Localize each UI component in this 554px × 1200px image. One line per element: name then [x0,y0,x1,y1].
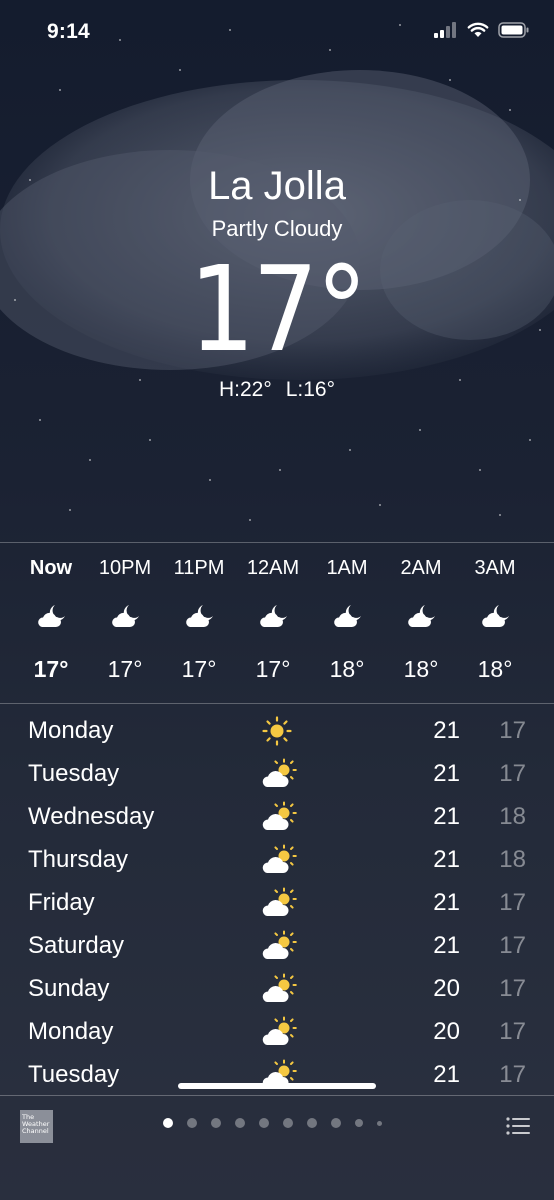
status-icons [434,22,530,38]
hour-temp: 17° [255,656,291,682]
status-bar: 9:14 [0,0,554,64]
cloud-sun-icon [262,887,297,916]
page-dot[interactable] [355,1119,363,1127]
cloud-sun-icon [262,801,297,830]
day-name: Tuesday [28,760,120,787]
page-dot[interactable] [377,1120,382,1126]
day-row: Thursday 21 18 [0,839,554,882]
day-low: 17 [499,717,526,744]
hour-label: Now [29,557,73,579]
low-temp: L:16° [285,378,336,401]
day-row: Friday 21 17 [0,882,554,925]
list-icon[interactable] [506,1116,530,1136]
day-name: Friday [28,889,95,916]
page-dot[interactable] [211,1118,221,1128]
cellular-signal-icon [434,22,456,38]
hour-label: 10PM [98,557,152,579]
hour-label: 11PM [173,557,225,579]
hour-label: 2AM [400,557,442,579]
day-name: Sunday [28,975,110,1002]
battery-icon [498,22,529,38]
cloud-sun-icon [262,844,297,873]
logo-text: The Weather Channel [22,1113,50,1135]
day-low: 18 [499,803,526,830]
hour-temp: 18° [403,656,439,682]
page-dot[interactable] [307,1118,317,1128]
current-weather-header: La Jolla Partly Cloudy 17° H:22° L:16° [0,160,554,402]
home-indicator[interactable] [178,1083,376,1089]
day-low: 18 [499,846,526,873]
day-high: 21 [433,1061,460,1088]
cloud-sun-icon [262,1016,297,1045]
page-indicator[interactable] [163,1118,382,1128]
cloud-sun-icon [262,758,297,787]
day-low: 17 [499,889,526,916]
hour-temp: 17° [181,656,217,682]
day-row: Sunday 20 17 [0,968,554,1011]
hourly-forecast[interactable]: Now 17° 10PM 17° 11PM 17° 12AM 17° 1AM 1… [0,543,554,703]
hour-label: 4 [532,557,554,580]
page-dot[interactable] [331,1118,341,1128]
hour-temp: 18° [329,656,365,682]
weather-channel-logo[interactable]: The Weather Channel [20,1110,53,1143]
day-high: 21 [433,846,460,873]
day-row: Monday 20 17 [0,1011,554,1054]
hour-temp: 18° [477,656,513,682]
sun-icon [262,716,292,746]
cloud-moon-icon [186,605,213,627]
high-low: H:22° L:16° [0,378,554,402]
cloud-moon-icon [482,605,509,627]
wifi-icon [467,22,489,37]
cloud-moon-icon [260,605,287,627]
day-name: Monday [28,1018,114,1045]
bottom-toolbar: The Weather Channel [0,1096,554,1200]
day-row: Tuesday 21 17 [0,1054,554,1097]
day-high: 21 [433,717,460,744]
hour-temp: 17° [107,656,143,682]
day-row: Wednesday 21 18 [0,796,554,839]
city-name: La Jolla [208,164,346,208]
day-row: Monday 21 17 [0,710,554,753]
day-low: 17 [499,1018,526,1045]
page-dot[interactable] [163,1118,173,1128]
hour-temp: 1 [532,656,554,683]
hour-label: 12AM [246,557,300,579]
day-high: 21 [433,889,460,916]
day-row: Tuesday 21 17 [0,753,554,796]
hour-label: 3AM [474,557,516,579]
cloud-moon-icon [112,605,139,627]
hour-label: 1AM [326,557,368,579]
page-dot[interactable] [187,1118,197,1128]
cloud-sun-icon [262,930,297,959]
day-low: 17 [499,760,526,787]
hourly-bottom-divider [0,703,554,704]
cloud-moon-icon [38,605,65,627]
day-row: Saturday 21 17 [0,925,554,968]
day-name: Thursday [28,846,129,873]
day-high: 20 [433,1018,460,1045]
day-name: Monday [28,717,114,744]
status-time: 9:14 [47,20,90,43]
current-temperature: 17° [188,240,368,378]
page-dot[interactable] [235,1118,245,1128]
hour-temp: 17° [33,656,69,682]
day-name: Tuesday [28,1061,120,1088]
day-low: 17 [499,932,526,959]
day-name: Wednesday [28,803,155,830]
day-name: Saturday [28,932,125,959]
page-dot[interactable] [259,1118,269,1128]
cloud-sun-icon [262,973,297,1002]
cloud-moon-icon [408,605,435,627]
day-high: 20 [433,975,460,1002]
day-low: 17 [499,975,526,1002]
day-high: 21 [433,932,460,959]
cloud-moon-icon [334,605,361,627]
daily-forecast[interactable]: Monday 21 17 Tuesday 21 17 Wednesday 21 … [0,710,554,1097]
page-dot[interactable] [283,1118,293,1128]
high-temp: H:22° [218,378,272,401]
day-high: 21 [433,803,460,830]
day-low: 17 [499,1061,526,1088]
day-high: 21 [433,760,460,787]
